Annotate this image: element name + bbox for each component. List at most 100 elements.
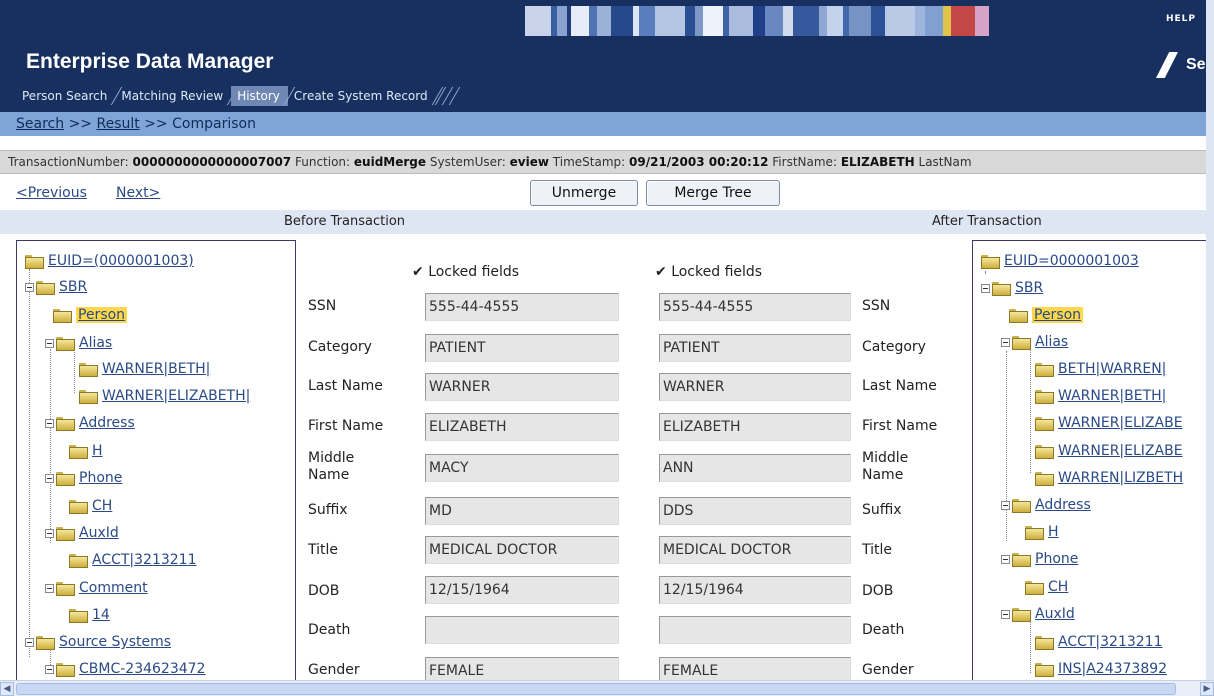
tree-node-person[interactable]: Person [1009,305,1084,325]
tree-node-label[interactable]: Alias [1035,334,1068,350]
before-middle-name-field[interactable]: MACY [425,454,619,482]
tree-node-label[interactable]: SBR [59,279,87,295]
collapse-toggle-icon[interactable] [981,283,990,293]
collapse-toggle-icon[interactable] [25,282,34,292]
previous-link[interactable]: <Previous [16,185,87,201]
tree-node-label[interactable]: EUID=(0000001003) [48,253,194,269]
vertical-scrollbar[interactable] [1206,0,1214,680]
tree-node-address-item[interactable]: H [1025,522,1059,542]
tree-node-label[interactable]: Address [1035,497,1091,513]
tree-node-person[interactable]: Person [53,305,128,325]
before-category-field[interactable]: PATIENT [425,334,619,362]
tree-node-label[interactable]: ACCT|3213211 [1058,634,1163,650]
tree-node-euid[interactable]: EUID=0000001003 [981,251,1139,271]
tree-node-label[interactable]: Person [1032,307,1084,323]
tree-node-label[interactable]: CH [1048,579,1068,595]
tab-matching-review[interactable]: Matching Review [115,86,231,106]
tree-node-alias-item[interactable]: WARREN|LIZBETH [1035,468,1183,488]
after-first-name-field[interactable]: ELIZABETH [659,413,851,441]
tree-node-label[interactable]: Alias [79,335,112,351]
after-title-field[interactable]: MEDICAL DOCTOR [659,536,851,564]
collapse-toggle-icon[interactable] [1001,609,1010,619]
tree-node-label[interactable]: Source Systems [59,634,171,650]
breadcrumb-result[interactable]: Result [96,116,139,132]
tree-node-label[interactable]: Comment [79,580,148,596]
after-ssn-field[interactable]: 555-44-4555 [659,293,851,321]
tree-node-label[interactable]: SBR [1015,280,1043,296]
collapse-toggle-icon[interactable] [1001,554,1010,564]
before-death-field[interactable] [425,616,619,644]
help-link[interactable]: HELP [1166,14,1196,24]
tree-node-phone-item[interactable]: CH [69,496,112,516]
tree-node-label[interactable]: ACCT|3213211 [92,552,197,568]
tree-node-alias-item[interactable]: WARNER|BETH| [1035,386,1166,406]
tree-node-label[interactable]: WARNER|ELIZABETH| [102,388,250,404]
tab-create-system-record[interactable]: Create System Record [288,86,436,106]
tree-node-address[interactable]: Address [45,413,135,433]
horizontal-scrollbar[interactable]: ◀ ▶ [0,680,1214,696]
tree-node-label[interactable]: BETH|WARREN| [1058,361,1166,377]
tree-node-label[interactable]: INS|A24373892 [1058,661,1167,677]
after-category-field[interactable]: PATIENT [659,334,851,362]
tree-node-auxid-item[interactable]: ACCT|3213211 [1035,632,1163,652]
collapse-toggle-icon[interactable] [45,664,54,674]
tree-node-alias-item[interactable]: WARNER|ELIZABE [1035,441,1183,461]
tree-node-label[interactable]: EUID=0000001003 [1004,253,1139,269]
tree-node-label[interactable]: CH [92,498,112,514]
tree-node-label[interactable]: WARNER|BETH| [1058,388,1166,404]
scroll-left-icon[interactable]: ◀ [0,682,14,696]
after-middle-name-field[interactable]: ANN [659,454,851,482]
tree-node-phone[interactable]: Phone [45,468,122,488]
after-death-field[interactable] [659,616,851,644]
tree-node-label[interactable]: AuxId [79,525,119,541]
breadcrumb-search[interactable]: Search [16,116,64,132]
tree-node-label[interactable]: Phone [79,470,122,486]
tree-node-address-item[interactable]: H [69,441,103,461]
scroll-right-icon[interactable]: ▶ [1200,682,1214,696]
tree-node-comment-item[interactable]: 14 [69,605,110,625]
before-suffix-field[interactable]: MD [425,497,619,525]
tab-history[interactable]: History [231,86,288,106]
after-suffix-field[interactable]: DDS [659,497,851,525]
tree-node-source-system[interactable]: CBMC-234623472 [45,659,205,679]
collapse-toggle-icon[interactable] [1001,500,1010,510]
collapse-toggle-icon[interactable] [45,528,54,538]
tree-node-label[interactable]: CBMC-234623472 [79,661,205,677]
after-dob-field[interactable]: 12/15/1964 [659,576,851,604]
tree-node-source-systems[interactable]: Source Systems [25,632,171,652]
tree-node-alias-item[interactable]: BETH|WARREN| [1035,359,1166,379]
tree-node-sbr[interactable]: SBR [981,278,1043,298]
tree-node-phone-item[interactable]: CH [1025,577,1068,597]
tree-node-label[interactable]: WARNER|ELIZABE [1058,443,1183,459]
tree-node-label[interactable]: WARNER|ELIZABE [1058,415,1183,431]
collapse-toggle-icon[interactable] [45,473,54,483]
tree-node-comment[interactable]: Comment [45,578,148,598]
before-last-name-field[interactable]: WARNER [425,373,619,401]
tree-node-label[interactable]: H [1048,524,1059,540]
before-ssn-field[interactable]: 555-44-4555 [425,293,619,321]
tree-node-auxid[interactable]: AuxId [45,523,119,543]
tree-node-alias-item[interactable]: WARNER|ELIZABE [1035,413,1183,433]
tree-node-label[interactable]: WARREN|LIZBETH [1058,470,1183,486]
collapse-toggle-icon[interactable] [45,338,54,348]
collapse-toggle-icon[interactable] [1001,337,1010,347]
tree-node-alias-item[interactable]: WARNER|BETH| [79,359,210,379]
before-dob-field[interactable]: 12/15/1964 [425,576,619,604]
tree-node-auxid-item[interactable]: INS|A24373892 [1035,659,1167,679]
before-title-field[interactable]: MEDICAL DOCTOR [425,536,619,564]
before-first-name-field[interactable]: ELIZABETH [425,413,619,441]
tree-node-label[interactable]: 14 [92,607,110,623]
tree-node-label[interactable]: Person [76,307,128,323]
collapse-toggle-icon[interactable] [45,583,54,593]
tree-node-address[interactable]: Address [1001,495,1091,515]
tree-node-label[interactable]: Address [79,415,135,431]
unmerge-button[interactable]: Unmerge [530,180,638,206]
merge-tree-button[interactable]: Merge Tree [646,180,780,206]
tree-node-alias[interactable]: Alias [45,333,112,353]
tab-person-search[interactable]: Person Search [16,86,115,106]
tree-node-label[interactable]: AuxId [1035,606,1075,622]
after-last-name-field[interactable]: WARNER [659,373,851,401]
tree-node-label[interactable]: H [92,443,103,459]
tree-node-euid[interactable]: EUID=(0000001003) [25,251,194,271]
scroll-thumb[interactable] [16,683,1176,695]
